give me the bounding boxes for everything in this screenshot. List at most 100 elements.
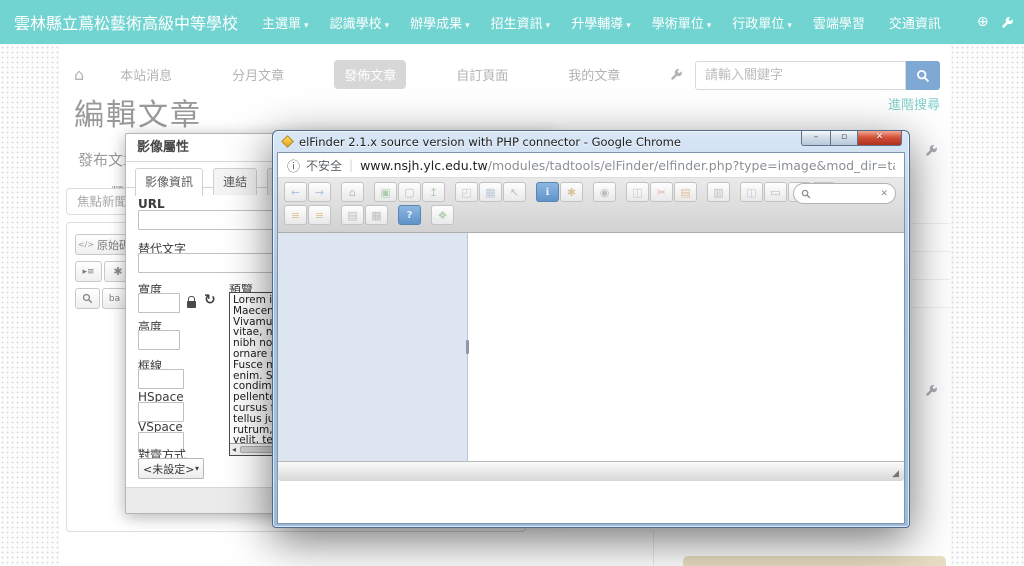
elfinder-info-button[interactable]: ℹ	[536, 182, 559, 202]
topbar-menu-item[interactable]: 學術單位▾	[652, 13, 712, 32]
elfinder-upload-button[interactable]: ↥	[422, 182, 445, 202]
topbar-menu-item[interactable]: 主選單▾	[262, 13, 309, 32]
topbar-nav: 主選單▾ 認識學校▾ 辦學成果▾ 招生資訊▾ 升學輔導▾ 學術單位▾ 行政單位▾…	[262, 13, 965, 32]
block-edit-wrench-icon[interactable]	[925, 140, 938, 159]
url-bar[interactable]: ⓘ 不安全 | www.nsjh.ylc.edu.tw/modules/tadt…	[278, 153, 904, 178]
chevron-down-icon: ▾	[626, 21, 631, 31]
window-title: elFinder 2.1.x source version with PHP c…	[299, 135, 801, 149]
site-title: 雲林縣立蔦松藝術高級中等學校	[14, 10, 238, 34]
elfinder-quicklook-button[interactable]: ◉	[593, 182, 616, 202]
list-row	[912, 224, 950, 252]
clear-search-icon[interactable]: ✕	[880, 189, 888, 199]
topbar-menu-item[interactable]: 招生資訊▾	[491, 13, 551, 32]
topbar-menu-item[interactable]: 辦學成果▾	[410, 13, 470, 32]
replace-icon: ba	[109, 294, 120, 304]
list-icon: ▸≡	[82, 267, 94, 277]
topbar-menu-item[interactable]: 行政單位▾	[732, 13, 792, 32]
lock-ratio-icon[interactable]	[187, 301, 196, 308]
topbar-menu-item[interactable]: 交通資訊	[889, 13, 944, 32]
elfinder-view-icons-button[interactable]: ▦	[365, 205, 388, 225]
minimize-button[interactable]: –	[801, 131, 830, 146]
elfinder-open-button[interactable]: ◰	[455, 182, 478, 202]
height-input[interactable]	[138, 330, 180, 350]
topbar-right: ⊕ 歡迎： ▾	[965, 3, 1024, 41]
elfinder-back-button[interactable]: ←	[284, 182, 307, 202]
list-row	[912, 308, 950, 336]
page-info-icon[interactable]: ⓘ	[287, 156, 300, 175]
elfinder-nav-pane[interactable]	[278, 233, 468, 461]
page-url: www.nsjh.ylc.edu.tw/modules/tadtools/elF…	[360, 158, 895, 173]
topbar-menu-item[interactable]: 升學輔導▾	[571, 13, 631, 32]
width-input[interactable]	[138, 293, 180, 313]
pane-resize-handle[interactable]	[466, 340, 469, 354]
topbar: 雲林縣立蔦松藝術高級中等學校 主選單▾ 認識學校▾ 辦學成果▾ 招生資訊▾ 升學…	[0, 0, 1024, 44]
elfinder-select-button[interactable]: ↖	[503, 182, 526, 202]
elfinder-sort-stack-button[interactable]: ≡	[308, 205, 331, 225]
resize-handle-icon[interactable]: ◢	[892, 469, 899, 479]
tabbar-item[interactable]: 自訂頁面	[446, 60, 518, 89]
border-input[interactable]	[138, 369, 184, 389]
tabbar-item[interactable]: 分月文章	[222, 60, 294, 89]
replace-button[interactable]: ba	[102, 288, 127, 309]
list-row	[912, 196, 950, 224]
tabbar-item[interactable]: 發佈文章	[334, 60, 406, 89]
topbar-menu-item[interactable]: 雲端學習	[813, 13, 868, 32]
elfinder-new-file-button[interactable]: ▢	[398, 182, 421, 202]
elfinder-files-pane[interactable]	[468, 233, 904, 461]
list-row	[912, 252, 950, 280]
chevron-down-icon: ▾	[546, 21, 551, 31]
chevron-down-icon: ▾	[787, 21, 792, 31]
tabbar-item[interactable]: 本站消息	[110, 60, 182, 89]
wrench-icon[interactable]	[670, 67, 683, 82]
alignment-select[interactable]: <未設定> ▾	[138, 458, 204, 479]
elfinder-preferences-button[interactable]: ✱	[560, 182, 583, 202]
tabbar-item[interactable]: 我的文章	[558, 60, 630, 89]
list-row	[912, 280, 950, 308]
dialog-tab[interactable]: 影像資訊	[135, 168, 203, 196]
home-icon[interactable]: ⌂	[74, 65, 84, 84]
template-list-button[interactable]: ▸≡	[75, 261, 102, 282]
topbar-menu-item[interactable]: 認識學校▾	[330, 13, 390, 32]
scroll-left-icon[interactable]: ◂	[232, 445, 236, 454]
close-button[interactable]: ✕	[858, 131, 902, 146]
elfinder-paste-button[interactable]: ▤	[674, 182, 697, 202]
elfinder-new-folder-button[interactable]: ▣	[374, 182, 397, 202]
elfinder-download-button[interactable]: ▦	[479, 182, 502, 202]
dialog-tab[interactable]: 連結	[213, 168, 257, 195]
elfinder-copy-button[interactable]: ◫	[626, 182, 649, 202]
elfinder-main	[278, 233, 904, 461]
elfinder-cut-button[interactable]: ✂	[650, 182, 673, 202]
source-icon: </>	[78, 240, 94, 249]
maximize-button[interactable]: ▫	[830, 131, 858, 146]
bottom-panel	[683, 556, 946, 566]
elfinder-forward-button[interactable]: →	[308, 182, 331, 202]
find-button[interactable]	[75, 288, 100, 309]
elfinder-archive-button[interactable]: ▥	[707, 182, 730, 202]
elfinder-favicon	[281, 135, 294, 148]
wrench-icon[interactable]	[1001, 14, 1014, 30]
elfinder-netmount-button[interactable]: ⌂	[341, 182, 364, 202]
elfinder-search-box[interactable]: ✕	[793, 183, 896, 204]
elfinder-help-button[interactable]: ?	[398, 205, 421, 225]
elfinder-rename-button[interactable]: ▭	[764, 182, 787, 202]
elfinder-view-list-button[interactable]: ▤	[341, 205, 364, 225]
search-input[interactable]	[696, 62, 905, 89]
url-label: URL	[138, 197, 165, 211]
elfinder-duplicate-button[interactable]: ◫	[740, 182, 763, 202]
elfinder-toolbar-row2: ≡ ≡ ▤ ▦ ? ❖	[284, 205, 898, 225]
plus-circle-icon[interactable]: ⊕	[977, 14, 989, 30]
reset-size-icon[interactable]: ↻	[204, 292, 216, 308]
elfinder-fullscreen-button[interactable]: ❖	[431, 205, 454, 225]
browser-viewport: ⓘ 不安全 | www.nsjh.ylc.edu.tw/modules/tadt…	[277, 152, 905, 524]
advanced-search-link[interactable]: 進階搜尋	[845, 94, 940, 113]
elfinder-popup-window: elFinder 2.1.x source version with PHP c…	[272, 130, 910, 528]
chevron-down-icon: ▾	[465, 21, 470, 31]
block-edit-wrench-icon[interactable]	[925, 380, 938, 399]
elfinder-sort-button[interactable]: ≡	[284, 205, 307, 225]
chevron-down-icon: ▾	[304, 21, 309, 31]
search-button[interactable]	[906, 61, 940, 90]
hspace-input[interactable]	[138, 402, 184, 422]
window-titlebar[interactable]: elFinder 2.1.x source version with PHP c…	[277, 131, 905, 152]
elfinder-statusbar: ◢	[278, 461, 904, 481]
chevron-down-icon: ▾	[707, 21, 712, 31]
